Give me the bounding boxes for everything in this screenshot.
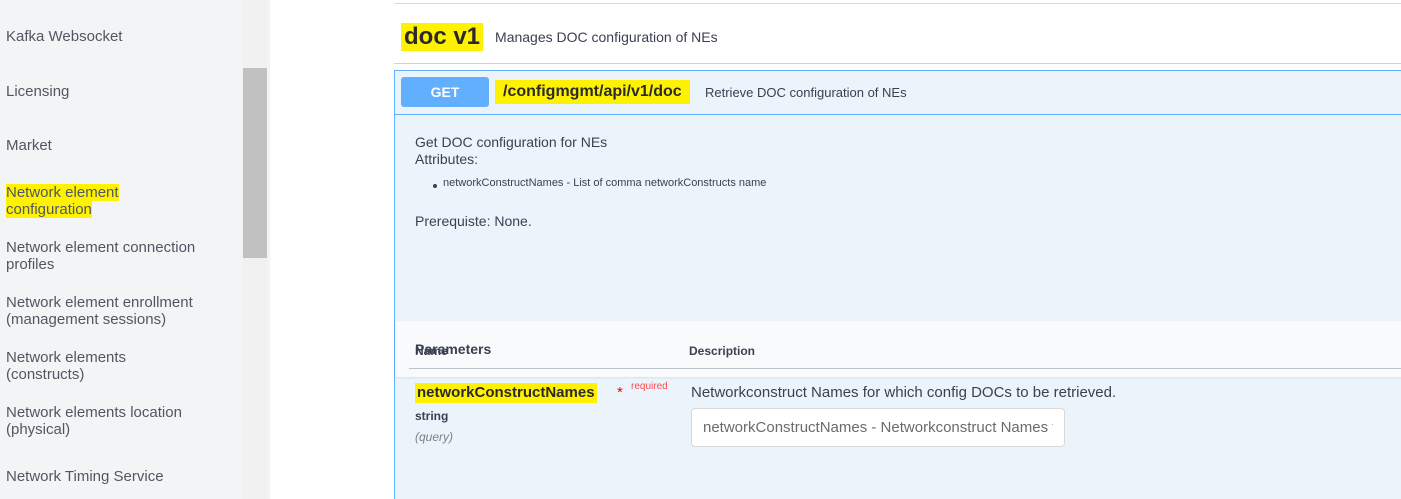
column-header-name: Name: [415, 344, 448, 358]
operation-description: Get DOC configuration for NEs: [415, 134, 608, 150]
sidebar-item-label: Network element: [6, 184, 119, 201]
sidebar-item-label: Market: [6, 137, 52, 154]
get-method-badge[interactable]: GET: [401, 77, 489, 107]
sidebar-item-label: configuration: [6, 201, 92, 218]
sidebar: Kafka Websocket Licensing Market Network…: [0, 0, 270, 499]
sidebar-item-market[interactable]: Market: [6, 137, 236, 154]
operation-summary[interactable]: GET /configmgmt/api/v1/doc Retrieve DOC …: [395, 71, 1401, 115]
sidebar-item-label: Network element enrollment: [6, 294, 193, 311]
operation-description-attributes: Attributes:: [415, 151, 479, 167]
sidebar-scrollbar-thumb[interactable]: [243, 68, 267, 258]
sidebar-item-label: (constructs): [6, 366, 85, 383]
sidebar-item-label: (management sessions): [6, 311, 167, 328]
required-star: *: [617, 384, 623, 401]
parameter-description: Networkconstruct Names for which config …: [691, 384, 1117, 401]
sidebar-item-kafka-websocket[interactable]: Kafka Websocket: [6, 28, 236, 45]
sidebar-item-label: Network elements location: [6, 404, 182, 421]
prerequisite-text: Prerequiste: None.: [415, 213, 532, 229]
sidebar-item-label: Kafka Websocket: [6, 28, 123, 45]
sidebar-item-label: Network Timing Service: [6, 468, 164, 485]
sidebar-item-licensing[interactable]: Licensing: [6, 83, 236, 100]
operation-block: GET /configmgmt/api/v1/doc Retrieve DOC …: [394, 70, 1401, 499]
required-label: required: [631, 381, 668, 392]
attribute-list-item: networkConstructNames - List of comma ne…: [443, 177, 767, 189]
sidebar-item-network-element-configuration[interactable]: Network element configuration: [6, 184, 236, 218]
sidebar-item-network-elements-location[interactable]: Network elements location (physical): [6, 404, 236, 438]
divider: [394, 3, 1401, 4]
sidebar-item-label: (physical): [6, 421, 71, 438]
parameter-type: string: [415, 409, 449, 423]
network-construct-names-input[interactable]: [691, 408, 1065, 447]
tag-name: doc v1: [401, 23, 484, 51]
sidebar-item-network-timing-service[interactable]: Network Timing Service: [6, 468, 236, 485]
parameter-name: networkConstructNames: [415, 383, 597, 403]
sidebar-item-label: Licensing: [6, 83, 70, 100]
bullet-icon: [433, 184, 437, 188]
tag-description: Manages DOC configuration of NEs: [495, 29, 718, 45]
sidebar-item-label: profiles: [6, 256, 55, 273]
sidebar-item-network-element-connection-profiles[interactable]: Network element connection profiles: [6, 239, 236, 273]
sidebar-item-network-elements-constructs[interactable]: Network elements (constructs): [6, 349, 236, 383]
sidebar-item-network-element-enrollment[interactable]: Network element enrollment (management s…: [6, 294, 236, 328]
divider: [394, 63, 1401, 64]
operation-summary-description: Retrieve DOC configuration of NEs: [705, 85, 907, 100]
tag-header[interactable]: doc v1 Manages DOC configuration of NEs: [401, 22, 718, 52]
sidebar-item-label: Network element connection: [6, 239, 196, 256]
table-header-divider: [409, 368, 1401, 369]
parameter-location: (query): [415, 430, 454, 444]
sidebar-item-label: Network elements: [6, 349, 127, 366]
main-content: doc v1 Manages DOC configuration of NEs …: [270, 0, 1401, 499]
operation-path[interactable]: /configmgmt/api/v1/doc: [495, 80, 690, 104]
column-header-description: Description: [689, 344, 756, 358]
